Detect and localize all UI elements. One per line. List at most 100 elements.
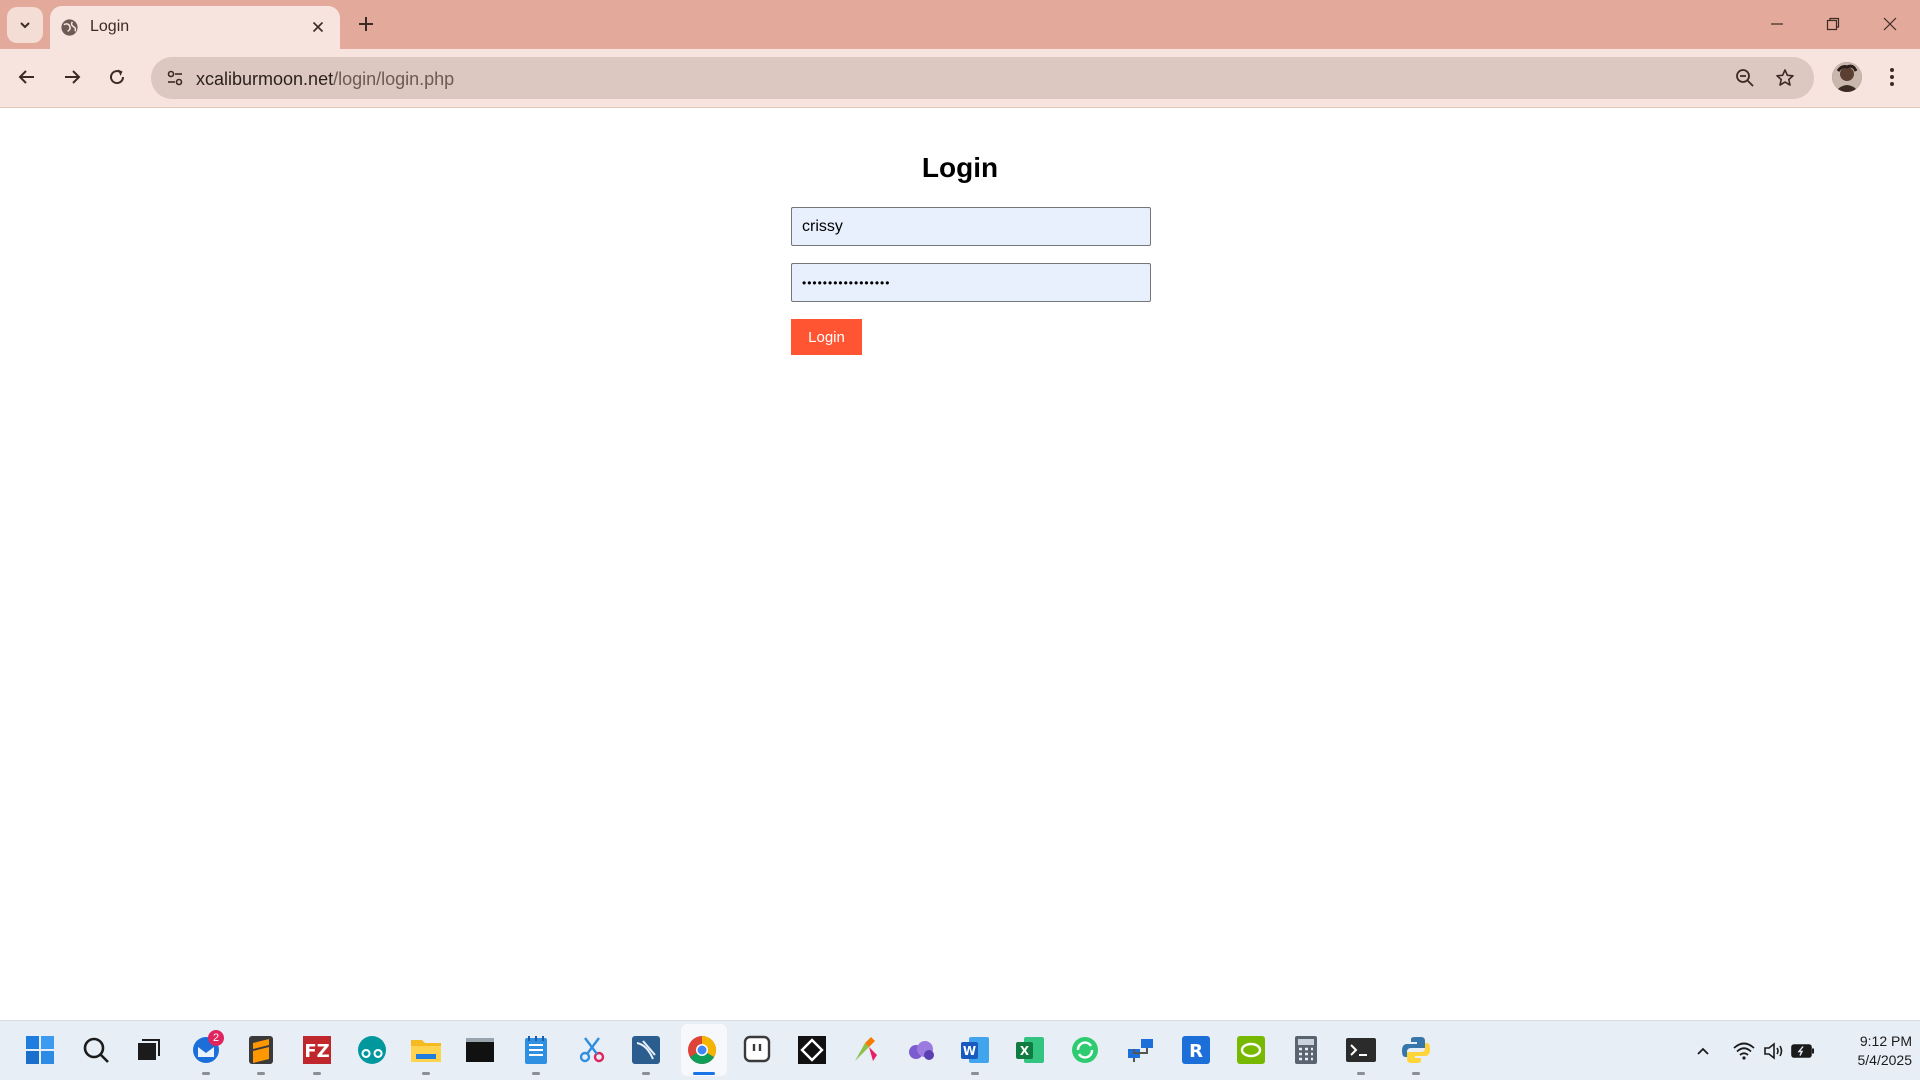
tune-icon xyxy=(167,70,183,86)
chevron-down-icon xyxy=(20,22,30,29)
running-indicator xyxy=(313,1072,321,1075)
restore-button[interactable] xyxy=(1813,8,1853,40)
arduino-icon xyxy=(358,1036,386,1064)
wifi-button[interactable] xyxy=(1732,1039,1756,1063)
calculator-icon xyxy=(1295,1036,1317,1064)
taskbar-app-notepad[interactable] xyxy=(519,1033,553,1067)
workbench-icon xyxy=(632,1036,660,1064)
twitch-icon xyxy=(743,1035,771,1063)
chevron-up-icon xyxy=(1697,1047,1709,1055)
svg-text:FZ: FZ xyxy=(304,1041,329,1062)
network-computers-icon xyxy=(1128,1039,1153,1062)
more-vertical-icon xyxy=(1890,68,1894,86)
arrow-left-icon xyxy=(18,70,34,84)
taskbar-app-file-explorer[interactable] xyxy=(409,1033,443,1067)
tab-close-button[interactable] xyxy=(306,15,330,39)
running-indicator xyxy=(532,1072,540,1075)
filezilla-icon: FZ xyxy=(303,1036,331,1064)
site-info-button[interactable] xyxy=(161,64,189,92)
clock[interactable]: 9:12 PM 5/4/2025 xyxy=(1822,1032,1913,1070)
username-value: crissy xyxy=(802,217,843,235)
address-bar[interactable]: xcaliburmoon.net/login/login.php xyxy=(151,57,1814,99)
minimize-icon xyxy=(1771,23,1783,25)
taskbar-app-excel[interactable]: X xyxy=(1013,1033,1047,1067)
task-view-button[interactable] xyxy=(131,1033,165,1067)
start-button[interactable] xyxy=(23,1033,57,1067)
taskbar: 2 FZ W X R 9:12 PM 5/4/2025 xyxy=(0,1020,1920,1080)
close-icon xyxy=(312,21,324,33)
taskbar-app-python[interactable] xyxy=(1399,1033,1433,1067)
unity-icon xyxy=(798,1036,826,1064)
running-indicator xyxy=(642,1072,650,1075)
page-title: Login xyxy=(921,152,999,183)
login-button[interactable]: Login xyxy=(791,319,862,355)
running-indicator xyxy=(202,1072,210,1075)
taskbar-app-inkscape[interactable] xyxy=(849,1033,883,1067)
taskbar-app-arduino[interactable] xyxy=(355,1033,389,1067)
browser-toolbar: xcaliburmoon.net/login/login.php xyxy=(0,49,1920,108)
volume-icon xyxy=(1764,1042,1783,1060)
paint-brush-icon xyxy=(855,1037,877,1061)
clock-date: 5/4/2025 xyxy=(1857,1052,1913,1068)
taskbar-app-filezilla[interactable]: FZ xyxy=(300,1033,334,1067)
forward-button[interactable] xyxy=(54,59,90,95)
taskbar-app-sync[interactable] xyxy=(1068,1033,1102,1067)
taskbar-app-copilot[interactable] xyxy=(904,1033,938,1067)
console-icon xyxy=(466,1038,494,1062)
terminal-icon xyxy=(1346,1038,1376,1062)
taskbar-app-nvidia[interactable] xyxy=(1234,1033,1268,1067)
tab-search-button[interactable] xyxy=(7,7,43,43)
arrow-right-icon xyxy=(65,70,81,84)
running-indicator xyxy=(257,1072,265,1075)
running-indicator xyxy=(971,1072,979,1075)
taskbar-app-snipping-tool[interactable] xyxy=(575,1033,609,1067)
battery-button[interactable] xyxy=(1791,1039,1815,1063)
running-indicator xyxy=(422,1072,430,1075)
taskbar-app-terminal[interactable] xyxy=(1344,1033,1378,1067)
task-view-icon xyxy=(138,1039,160,1060)
excel-icon: X xyxy=(1016,1037,1044,1063)
restore-icon xyxy=(1826,17,1840,31)
plus-icon xyxy=(359,17,373,31)
show-hidden-icons-button[interactable] xyxy=(1691,1039,1715,1063)
taskbar-app-twitch[interactable] xyxy=(740,1033,774,1067)
close-window-button[interactable] xyxy=(1870,8,1910,40)
taskbar-app-chrome[interactable] xyxy=(685,1033,719,1067)
chrome-icon xyxy=(688,1036,716,1064)
reload-icon xyxy=(110,69,125,85)
profile-avatar[interactable] xyxy=(1832,62,1862,92)
clock-time: 9:12 PM xyxy=(1859,1033,1912,1049)
globe-icon xyxy=(61,19,78,36)
username-input[interactable]: crissy xyxy=(791,207,1151,246)
zoom-out-icon xyxy=(1736,69,1754,87)
taskbar-app-sublime[interactable] xyxy=(244,1033,278,1067)
cloud-icon xyxy=(909,1041,934,1060)
folder-icon xyxy=(411,1040,441,1062)
star-icon xyxy=(1776,69,1794,86)
zoom-button[interactable] xyxy=(1731,64,1759,92)
nvidia-icon xyxy=(1237,1036,1265,1064)
battery-icon xyxy=(1791,1044,1814,1058)
taskbar-app-console[interactable] xyxy=(463,1033,497,1067)
bookmark-button[interactable] xyxy=(1771,64,1799,92)
minimize-button[interactable] xyxy=(1757,8,1797,40)
volume-button[interactable] xyxy=(1762,1039,1786,1063)
taskbar-app-network[interactable] xyxy=(1124,1033,1158,1067)
reload-button[interactable] xyxy=(99,59,135,95)
back-button[interactable] xyxy=(9,59,45,95)
taskbar-app-workbench[interactable] xyxy=(629,1033,663,1067)
taskbar-app-rustdesk[interactable]: R xyxy=(1179,1033,1213,1067)
taskbar-app-word[interactable]: W xyxy=(958,1033,992,1067)
password-input[interactable]: ••••••••••••••••• xyxy=(791,263,1151,302)
search-button[interactable] xyxy=(79,1033,113,1067)
word-icon: W xyxy=(961,1037,989,1063)
password-value: ••••••••••••••••• xyxy=(802,275,891,290)
new-tab-button[interactable] xyxy=(352,10,380,38)
taskbar-app-unity[interactable] xyxy=(795,1033,829,1067)
close-icon xyxy=(1883,17,1897,31)
taskbar-app-calculator[interactable] xyxy=(1289,1033,1323,1067)
avatar-icon xyxy=(1832,62,1862,92)
tab-login[interactable]: Login xyxy=(50,6,340,49)
windows-icon xyxy=(26,1036,54,1064)
browser-menu-button[interactable] xyxy=(1876,61,1908,93)
